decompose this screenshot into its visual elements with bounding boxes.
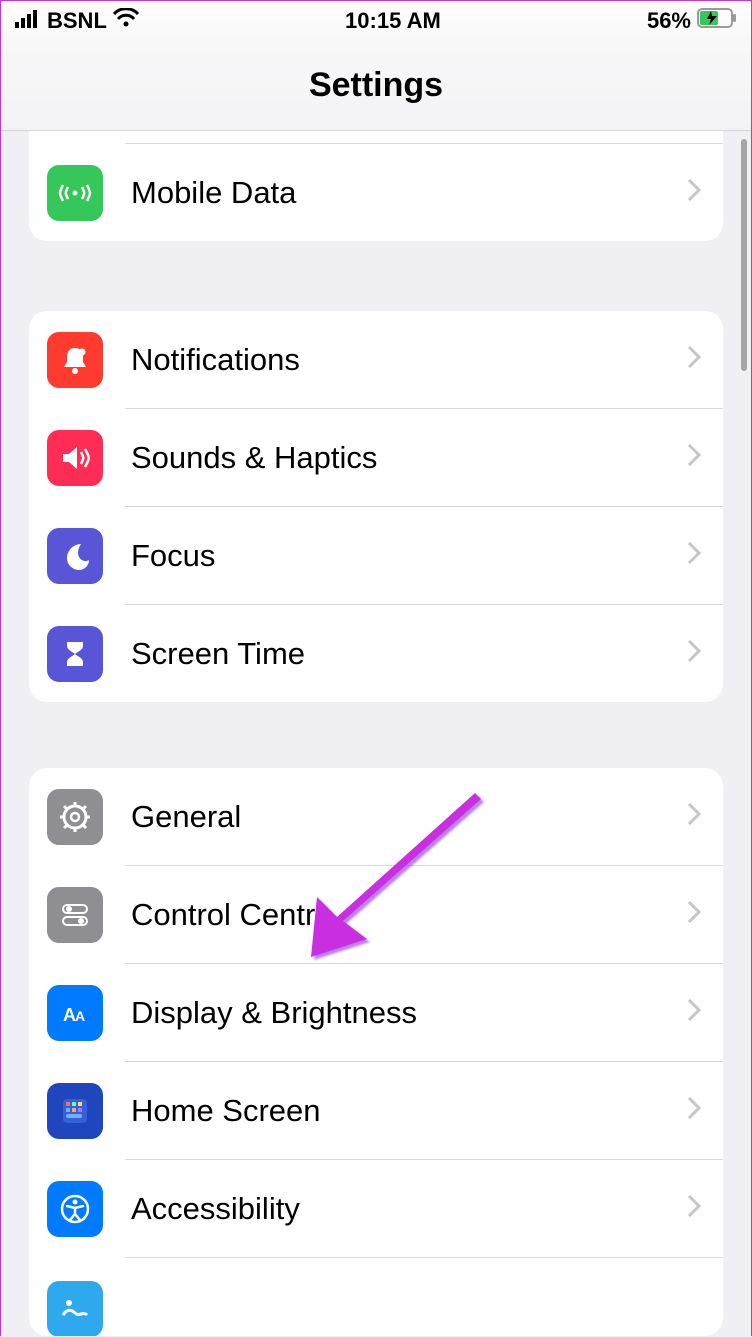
antenna-icon	[47, 165, 103, 221]
row-label: Control Centre	[131, 897, 685, 933]
toggles-icon	[47, 887, 103, 943]
settings-group-alerts: Notifications Sounds & Haptics Focus Scr…	[29, 311, 723, 702]
wifi-icon	[113, 8, 139, 34]
row-label: Focus	[131, 538, 685, 574]
status-right: 56%	[647, 8, 737, 34]
chevron-right-icon	[685, 1094, 705, 1127]
settings-row-mobile-data[interactable]: Mobile Data	[29, 144, 723, 241]
row-label: Sounds & Haptics	[131, 440, 685, 476]
text-size-icon: AA	[47, 985, 103, 1041]
settings-row-accessibility[interactable]: Accessibility	[29, 1160, 723, 1257]
battery-charging-icon	[697, 8, 737, 34]
scroll-indicator[interactable]	[741, 139, 747, 371]
status-bar: BSNL 10:15 AM 56%	[1, 1, 751, 41]
settings-group-network: Mobile Data	[29, 131, 723, 241]
clock: 10:15 AM	[345, 8, 441, 34]
settings-row-screen-time[interactable]: Screen Time	[29, 605, 723, 702]
nav-header: Settings	[1, 41, 751, 131]
chevron-right-icon	[685, 898, 705, 931]
page-title: Settings	[309, 66, 443, 105]
settings-list[interactable]: Mobile Data Notifications Sounds & Hapti…	[1, 131, 751, 1337]
settings-row-focus[interactable]: Focus	[29, 507, 723, 604]
row-label: Notifications	[131, 342, 685, 378]
settings-row-hotspot[interactable]	[29, 131, 723, 143]
status-left: BSNL	[15, 8, 139, 34]
moon-icon	[47, 528, 103, 584]
row-label: Home Screen	[131, 1093, 685, 1129]
chevron-right-icon	[685, 1192, 705, 1225]
row-label: Screen Time	[131, 636, 685, 672]
chevron-right-icon	[685, 441, 705, 474]
chevron-right-icon	[685, 996, 705, 1029]
settings-row-general[interactable]: General	[29, 768, 723, 865]
svg-text:A: A	[75, 1008, 85, 1024]
settings-row-display[interactable]: AA Display & Brightness	[29, 964, 723, 1061]
wallpaper-icon	[47, 1281, 103, 1336]
hourglass-icon	[47, 626, 103, 682]
row-label: Mobile Data	[131, 175, 685, 211]
bell-icon	[47, 332, 103, 388]
signal-icon	[15, 8, 41, 34]
chevron-right-icon	[685, 343, 705, 376]
chevron-right-icon	[685, 539, 705, 572]
chevron-right-icon	[685, 637, 705, 670]
settings-row-control-centre[interactable]: Control Centre	[29, 866, 723, 963]
gear-icon	[47, 789, 103, 845]
row-label: Display & Brightness	[131, 995, 685, 1031]
row-label: Accessibility	[131, 1191, 685, 1227]
battery-pct: 56%	[647, 8, 691, 34]
settings-group-general: General Control Centre AA Display & Brig…	[29, 768, 723, 1336]
chevron-right-icon	[685, 176, 705, 209]
chevron-right-icon	[685, 800, 705, 833]
settings-row-notifications[interactable]: Notifications	[29, 311, 723, 408]
speaker-icon	[47, 430, 103, 486]
accessibility-icon	[47, 1181, 103, 1237]
settings-row-sounds[interactable]: Sounds & Haptics	[29, 409, 723, 506]
row-label: General	[131, 799, 685, 835]
settings-row-home-screen[interactable]: Home Screen	[29, 1062, 723, 1159]
home-grid-icon	[47, 1083, 103, 1139]
settings-row-wallpaper[interactable]	[29, 1258, 723, 1336]
carrier-label: BSNL	[47, 8, 107, 34]
